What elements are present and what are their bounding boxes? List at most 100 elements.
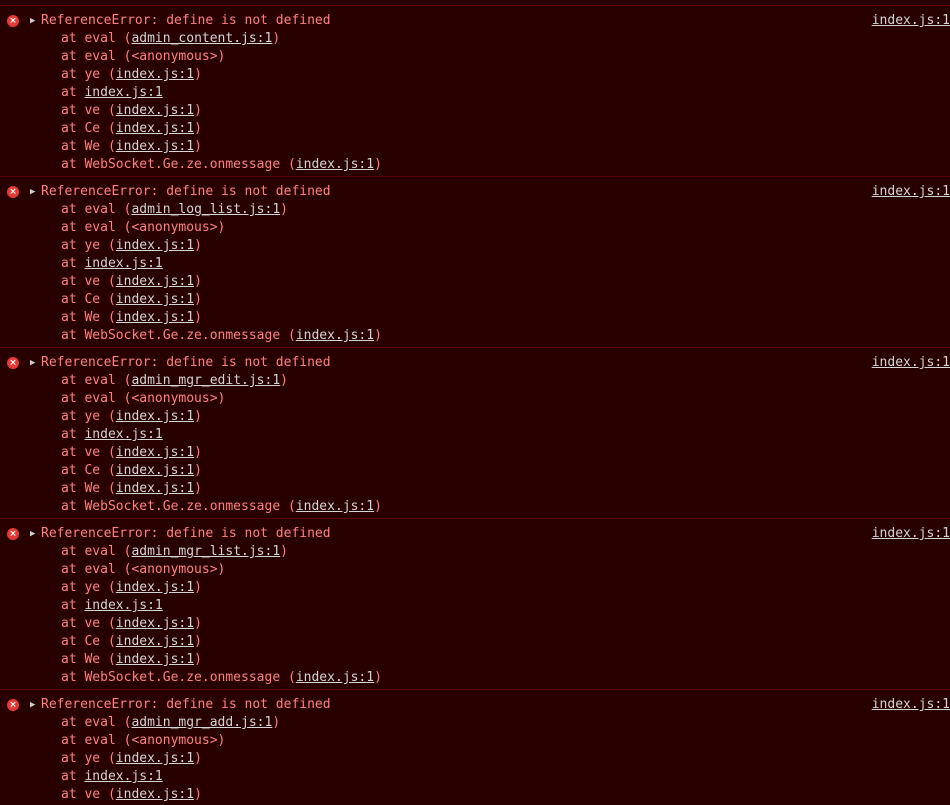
- stack-frame: at ye (index.js:1): [0, 237, 950, 255]
- stack-frame-link[interactable]: index.js:1: [116, 409, 194, 424]
- stack-frame-text: ): [280, 544, 288, 559]
- error-message-text: ReferenceError: define is not defined: [41, 13, 331, 28]
- triangle-right-icon[interactable]: ▶: [30, 696, 35, 714]
- stack-frame-link[interactable]: index.js:1: [116, 67, 194, 82]
- error-header[interactable]: × ▶ ReferenceError: define is not defined i…: [0, 696, 950, 714]
- stack-frame: at ve (index.js:1): [0, 615, 950, 633]
- source-location-link[interactable]: index.js:1: [872, 183, 950, 201]
- stack-frame-link[interactable]: index.js:1: [116, 463, 194, 478]
- error-header[interactable]: × ▶ ReferenceError: define is not defined i…: [0, 525, 950, 543]
- stack-frame-link[interactable]: admin_content.js:1: [131, 31, 272, 46]
- stack-frame-text: ): [194, 634, 202, 649]
- stack-frame-text: at We (: [61, 139, 116, 154]
- stack-frame-text: ): [194, 292, 202, 307]
- stack-frame-link[interactable]: index.js:1: [116, 310, 194, 325]
- stack-frame: at Ce (index.js:1): [0, 462, 950, 480]
- console-error-message[interactable]: × ▶ ReferenceError: define is not defined i…: [0, 348, 950, 519]
- error-header[interactable]: × ▶ ReferenceError: define is not defined i…: [0, 12, 950, 30]
- stack-frame-link[interactable]: index.js:1: [116, 139, 194, 154]
- stack-frame-text: at WebSocket.Ge.ze.onmessage (: [61, 157, 296, 172]
- stack-frame-text: at ye (: [61, 238, 116, 253]
- stack-frame: at eval (<anonymous>): [0, 219, 950, 237]
- error-circle-icon: ×: [7, 699, 19, 711]
- stack-frame-text: at ve (: [61, 787, 116, 802]
- triangle-right-icon[interactable]: ▶: [30, 12, 35, 30]
- stack-frame-text: ): [194, 580, 202, 595]
- stack-frame-link[interactable]: admin_mgr_list.js:1: [131, 544, 280, 559]
- stack-frame-link[interactable]: index.js:1: [116, 616, 194, 631]
- error-header[interactable]: × ▶ ReferenceError: define is not defined i…: [0, 354, 950, 372]
- stack-frame-text: ): [194, 445, 202, 460]
- console-error-message[interactable]: × ▶ ReferenceError: define is not defined i…: [0, 519, 950, 690]
- stack-frame-text: at WebSocket.Ge.ze.onmessage (: [61, 499, 296, 514]
- stack-frame-link[interactable]: index.js:1: [296, 670, 374, 685]
- stack-frame-link[interactable]: index.js:1: [116, 103, 194, 118]
- stack-frame-link[interactable]: index.js:1: [116, 634, 194, 649]
- stack-frame-text: at ve (: [61, 445, 116, 460]
- stack-frame-text: at ve (: [61, 103, 116, 118]
- stack-frame-link[interactable]: index.js:1: [84, 598, 162, 613]
- triangle-right-icon[interactable]: ▶: [30, 183, 35, 201]
- stack-frame-text: ): [194, 463, 202, 478]
- error-message-text: ReferenceError: define is not defined: [41, 697, 331, 712]
- stack-frame-link[interactable]: index.js:1: [84, 769, 162, 784]
- stack-frame-link[interactable]: admin_mgr_add.js:1: [131, 715, 272, 730]
- source-location-link[interactable]: index.js:1: [872, 696, 950, 714]
- stack-frame-text: at eval (<anonymous>): [61, 391, 226, 406]
- stack-frame-link[interactable]: index.js:1: [116, 751, 194, 766]
- stack-frame-text: ): [194, 310, 202, 325]
- stack-frame-link[interactable]: admin_log_list.js:1: [131, 202, 280, 217]
- triangle-right-icon[interactable]: ▶: [30, 354, 35, 372]
- console-error-message[interactable]: × ▶ ReferenceError: define is not defined i…: [0, 6, 950, 177]
- stack-frame-text: at: [61, 427, 85, 442]
- stack-frame-link[interactable]: index.js:1: [116, 292, 194, 307]
- stack-frame-link[interactable]: index.js:1: [84, 85, 162, 100]
- stack-frame-link[interactable]: index.js:1: [116, 445, 194, 460]
- stack-frame-text: ): [194, 274, 202, 289]
- stack-frame: at Ce (index.js:1): [0, 633, 950, 651]
- stack-frame-link[interactable]: index.js:1: [296, 157, 374, 172]
- source-location-link[interactable]: index.js:1: [872, 12, 950, 30]
- stack-frame: at WebSocket.Ge.ze.onmessage (index.js:1…: [0, 669, 950, 687]
- stack-frame: at index.js:1: [0, 426, 950, 444]
- stack-frame: at eval (admin_mgr_list.js:1): [0, 543, 950, 561]
- stack-frame-text: ): [194, 121, 202, 136]
- stack-frame-link[interactable]: index.js:1: [116, 580, 194, 595]
- stack-frame: at index.js:1: [0, 84, 950, 102]
- stack-frame-link[interactable]: admin_mgr_edit.js:1: [131, 373, 280, 388]
- stack-frame-link[interactable]: index.js:1: [296, 499, 374, 514]
- stack-frame-text: ): [194, 139, 202, 154]
- stack-frame-text: at eval (<anonymous>): [61, 220, 226, 235]
- stack-frame: at WebSocket.Ge.ze.onmessage (index.js:1…: [0, 327, 950, 345]
- console-error-message[interactable]: × ▶ ReferenceError: define is not defined i…: [0, 177, 950, 348]
- stack-frame: at We (index.js:1): [0, 480, 950, 498]
- error-message-text: ReferenceError: define is not defined: [41, 355, 331, 370]
- stack-frame-text: at eval (: [61, 373, 132, 388]
- stack-frame: at We (index.js:1): [0, 309, 950, 327]
- source-location-link[interactable]: index.js:1: [872, 525, 950, 543]
- stack-frame-text: at Ce (: [61, 463, 116, 478]
- stack-frame-link[interactable]: index.js:1: [116, 787, 194, 802]
- stack-frame-link[interactable]: index.js:1: [116, 274, 194, 289]
- stack-frame-link[interactable]: index.js:1: [116, 121, 194, 136]
- triangle-right-icon[interactable]: ▶: [30, 525, 35, 543]
- error-header[interactable]: × ▶ ReferenceError: define is not defined i…: [0, 183, 950, 201]
- stack-frame: at eval (<anonymous>): [0, 390, 950, 408]
- stack-frame-link[interactable]: index.js:1: [296, 328, 374, 343]
- stack-frame-text: at eval (: [61, 31, 132, 46]
- source-location-link[interactable]: index.js:1: [872, 354, 950, 372]
- console-error-message[interactable]: × ▶ ReferenceError: define is not defined i…: [0, 690, 950, 805]
- stack-frame-text: at eval (<anonymous>): [61, 733, 226, 748]
- error-circle-icon: ×: [7, 528, 19, 540]
- stack-frame-link[interactable]: index.js:1: [84, 256, 162, 271]
- stack-frame-link[interactable]: index.js:1: [116, 238, 194, 253]
- stack-frame: at eval (admin_mgr_add.js:1): [0, 714, 950, 732]
- console-panel: × ▶ ReferenceError: define is not defined i…: [0, 0, 950, 805]
- stack-frame-link[interactable]: index.js:1: [84, 427, 162, 442]
- stack-frame-text: at ye (: [61, 580, 116, 595]
- stack-frame-text: ): [272, 715, 281, 730]
- stack-frame-link[interactable]: index.js:1: [116, 652, 194, 667]
- stack-frame-link[interactable]: index.js:1: [116, 481, 194, 496]
- stack-frame-text: at eval (: [61, 202, 132, 217]
- stack-frame-text: ): [194, 652, 202, 667]
